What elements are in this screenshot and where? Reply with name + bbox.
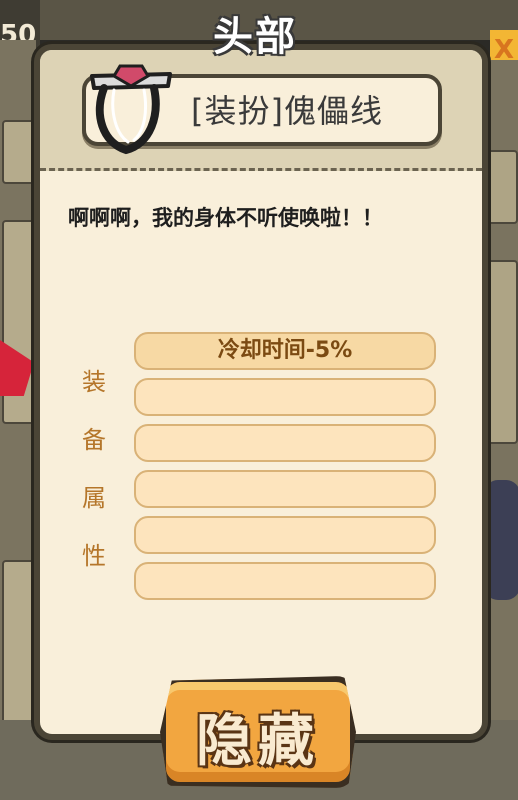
equipment-attributes-label: 装 备 属 性 xyxy=(82,362,112,594)
attribute-list: 冷却时间-5% xyxy=(134,332,436,608)
background-left-shelf xyxy=(0,40,38,800)
attr-label-char: 属 xyxy=(82,484,106,512)
attribute-row xyxy=(134,516,436,554)
attribute-row xyxy=(134,562,436,600)
attr-label-char: 装 xyxy=(82,368,106,396)
hide-button-label: 隐藏 xyxy=(196,709,320,774)
monster-silhouette-icon xyxy=(484,480,518,600)
attribute-row xyxy=(134,424,436,462)
attr-label-char: 备 xyxy=(82,426,106,454)
attribute-row: 冷却时间-5% xyxy=(134,332,436,370)
equipment-slot-title: 头部 xyxy=(213,14,297,60)
panel-header: [装扮]傀儡线 xyxy=(40,50,482,171)
attribute-row xyxy=(134,470,436,508)
item-name: [装扮]傀儡线 xyxy=(191,92,383,130)
attr-label-char: 性 xyxy=(82,542,106,570)
item-detail-panel: [装扮]傀儡线 啊啊啊，我的身体不听使唤啦！！ 装 备 属 性 冷却时间-5% xyxy=(34,44,488,740)
puppet-string-icon xyxy=(90,64,172,155)
hide-button[interactable]: 隐藏 xyxy=(160,676,356,788)
attribute-row xyxy=(134,378,436,416)
item-description: 啊啊啊，我的身体不听使唤啦！！ xyxy=(68,206,383,230)
